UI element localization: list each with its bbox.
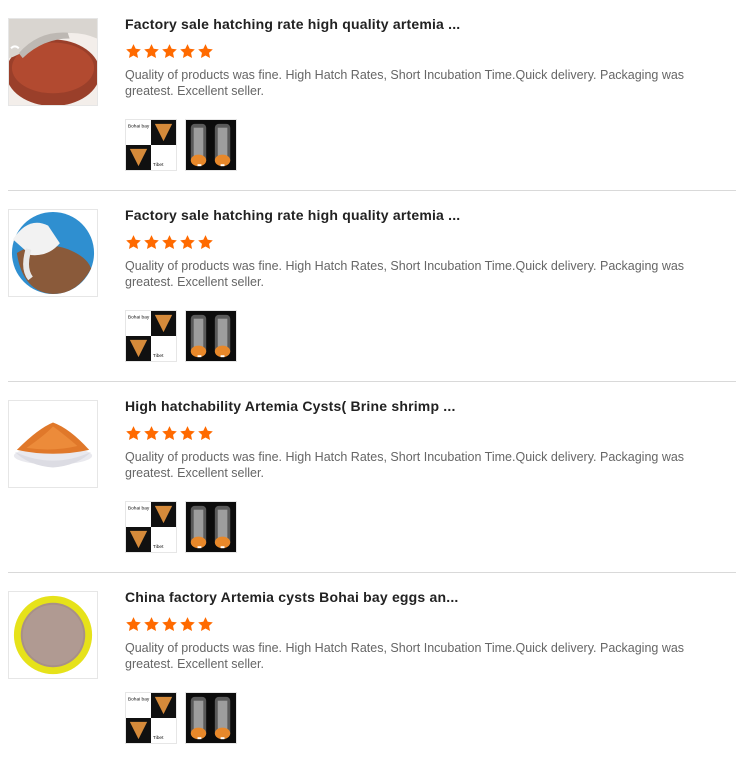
review-photo-comparison[interactable]: Bohai bay Tibet	[125, 692, 177, 744]
star-icon	[198, 235, 213, 249]
product-thumbnail[interactable]	[8, 400, 98, 488]
review-photos: Bohai bay Tibet	[125, 310, 237, 362]
product-thumbnail[interactable]	[8, 18, 98, 106]
star-rating	[125, 234, 214, 252]
photo-label-tibet: Tibet	[153, 162, 164, 168]
comparison-grid-image: Bohai bay Tibet	[126, 502, 176, 552]
star-icon	[126, 617, 141, 631]
photo-label-tibet: Tibet	[153, 544, 164, 550]
review-photo-comparison[interactable]: Bohai bay Tibet	[125, 119, 177, 171]
product-thumbnail[interactable]	[8, 591, 98, 679]
star-icon	[198, 617, 213, 631]
product-title-link[interactable]: Factory sale hatching rate high quality …	[125, 16, 460, 32]
artemia-scoop-image	[9, 210, 97, 296]
star-icon	[162, 617, 177, 631]
star-icon	[126, 426, 141, 440]
star-icon	[198, 426, 213, 440]
star-icon	[126, 44, 141, 58]
review-photos: Bohai bay Tibet	[125, 692, 237, 744]
review-photo-hatching-tubes[interactable]	[185, 692, 237, 744]
photo-label-bohai-bay: Bohai bay	[128, 124, 150, 130]
comparison-grid-image: Bohai bay Tibet	[126, 120, 176, 170]
product-title-link[interactable]: China factory Artemia cysts Bohai bay eg…	[125, 589, 459, 605]
review-photo-hatching-tubes[interactable]	[185, 501, 237, 553]
star-rating	[125, 43, 214, 61]
hatching-tubes-image	[186, 693, 236, 743]
review-photo-comparison[interactable]: Bohai bay Tibet	[125, 310, 177, 362]
star-rating	[125, 425, 214, 443]
artemia-jar-image	[9, 19, 97, 105]
review-text: Quality of products was fine. High Hatch…	[125, 450, 685, 480]
star-icon	[180, 426, 195, 440]
star-icon	[180, 617, 195, 631]
photo-label-bohai-bay: Bohai bay	[128, 315, 150, 321]
hatching-tubes-image	[186, 120, 236, 170]
review-text: Quality of products was fine. High Hatch…	[125, 68, 685, 98]
product-title-link[interactable]: High hatchability Artemia Cysts( Brine s…	[125, 398, 456, 414]
star-icon	[198, 44, 213, 58]
photo-label-bohai-bay: Bohai bay	[128, 697, 150, 703]
photo-label-tibet: Tibet	[153, 353, 164, 359]
review-photos: Bohai bay Tibet	[125, 119, 237, 171]
review-photo-comparison[interactable]: Bohai bay Tibet	[125, 501, 177, 553]
star-icon	[180, 44, 195, 58]
review-text: Quality of products was fine. High Hatch…	[125, 641, 685, 671]
review-item: Factory sale hatching rate high quality …	[0, 0, 736, 191]
comparison-grid-image: Bohai bay Tibet	[126, 693, 176, 743]
star-icon	[162, 235, 177, 249]
review-photo-hatching-tubes[interactable]	[185, 310, 237, 362]
star-rating	[125, 616, 214, 634]
review-photo-hatching-tubes[interactable]	[185, 119, 237, 171]
photo-label-bohai-bay: Bohai bay	[128, 506, 150, 512]
star-icon	[162, 426, 177, 440]
product-thumbnail[interactable]	[8, 209, 98, 297]
hatching-tubes-image	[186, 311, 236, 361]
star-icon	[144, 617, 159, 631]
product-title-link[interactable]: Factory sale hatching rate high quality …	[125, 207, 460, 223]
comparison-grid-image: Bohai bay Tibet	[126, 311, 176, 361]
star-icon	[144, 235, 159, 249]
star-icon	[162, 44, 177, 58]
star-icon	[144, 426, 159, 440]
artemia-bowl-image	[9, 401, 97, 487]
star-icon	[144, 44, 159, 58]
photo-label-tibet: Tibet	[153, 735, 164, 741]
review-photos: Bohai bay Tibet	[125, 501, 237, 553]
review-text: Quality of products was fine. High Hatch…	[125, 259, 685, 289]
review-item: China factory Artemia cysts Bohai bay eg…	[0, 573, 736, 764]
star-icon	[180, 235, 195, 249]
hatching-tubes-image	[186, 502, 236, 552]
review-item: Factory sale hatching rate high quality …	[0, 191, 736, 382]
star-icon	[126, 235, 141, 249]
artemia-lid-image	[9, 592, 97, 678]
review-item: High hatchability Artemia Cysts( Brine s…	[0, 382, 736, 573]
